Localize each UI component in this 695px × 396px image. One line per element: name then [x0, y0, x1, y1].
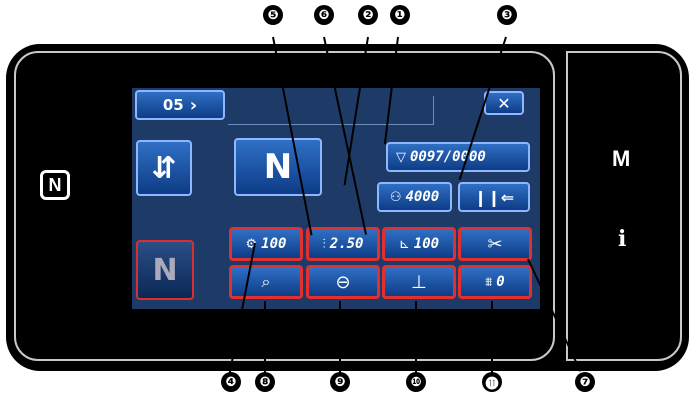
presser-foot-icon: ⊾	[398, 236, 410, 252]
reverse-stitch-button[interactable]: N	[136, 240, 194, 300]
callout-5: ❺	[263, 5, 283, 25]
counter-button[interactable]: ▽ 0097/0000	[386, 142, 530, 172]
pattern-search-button[interactable]: ⌕	[229, 265, 303, 299]
callout-3: ❸	[497, 5, 517, 25]
needle-stop-icon: ⊥	[411, 271, 427, 293]
callout-9: ❾	[330, 372, 350, 392]
menu-key[interactable]: M	[612, 146, 630, 172]
nfc-label: N	[48, 174, 62, 195]
callout-6: ❻	[314, 5, 334, 25]
bobbin-counter-button[interactable]: ⚇ 4000	[377, 182, 452, 212]
menu-label: M	[612, 146, 631, 171]
thread-trim-button[interactable]: ✂	[458, 227, 532, 261]
pattern-button[interactable]: 05 ›	[135, 90, 225, 120]
callout-2: ❷	[358, 5, 378, 25]
max-speed-button[interactable]: ⚙ 100	[229, 227, 303, 261]
half-stitch-icon: ⇵	[151, 150, 177, 186]
reverse-value: 0	[496, 274, 505, 290]
presser-value: 100	[413, 236, 440, 252]
hook-icon: ⊖	[335, 271, 351, 293]
bobbin-icon: ⚇	[389, 189, 402, 205]
search-icon: ⌕	[261, 272, 271, 291]
reverse-feed-button[interactable]: ⩩ 0	[458, 265, 532, 299]
presser-pressure-button[interactable]: ⊾ 100	[382, 227, 456, 261]
max-speed-value: 100	[261, 236, 287, 252]
stitch-length-button[interactable]: ⫶ 2.50	[306, 227, 380, 261]
needle-up-down-button[interactable]: ⊥	[382, 265, 456, 299]
needle-position-icon: ❙❙⇐	[473, 187, 515, 207]
zigzag-icon: Ν	[263, 147, 293, 187]
close-button[interactable]: ✕	[484, 91, 524, 115]
stitch-length-value: 2.50	[329, 236, 364, 252]
screen-frame-line	[228, 96, 434, 125]
info-label: i	[618, 226, 627, 252]
callout-10: ❿	[406, 372, 426, 392]
chevron-right-icon: ›	[189, 94, 198, 116]
leader-11	[491, 301, 493, 373]
zigzag-button[interactable]: Ν	[234, 138, 322, 196]
bobbin-value: 4000	[405, 189, 440, 205]
nfc-icon: N	[40, 170, 70, 200]
counter-value: 0097/0000	[410, 149, 486, 165]
leader-8	[264, 301, 266, 373]
half-stitch-button[interactable]: ⇵	[136, 140, 192, 196]
callout-4: ❹	[221, 372, 241, 392]
side-panel	[566, 51, 682, 361]
needle-position-button[interactable]: ❙❙⇐	[458, 182, 530, 212]
leader-10	[415, 301, 417, 373]
callout-7: ❼	[575, 372, 595, 392]
leader-9	[339, 301, 341, 373]
callout-1: ❶	[390, 5, 410, 25]
reverse-stitch-icon: N	[152, 252, 178, 288]
counter-icon: ▽	[396, 149, 406, 165]
callout-11: ⓫	[482, 372, 502, 392]
feed-icon: ⩩	[485, 274, 493, 290]
stitch-length-icon: ⫶	[322, 236, 326, 252]
hook-setting-button[interactable]: ⊖	[306, 265, 380, 299]
scissors-icon: ✂	[487, 233, 503, 255]
callout-8: ❽	[255, 372, 275, 392]
info-key[interactable]: i	[618, 226, 626, 252]
